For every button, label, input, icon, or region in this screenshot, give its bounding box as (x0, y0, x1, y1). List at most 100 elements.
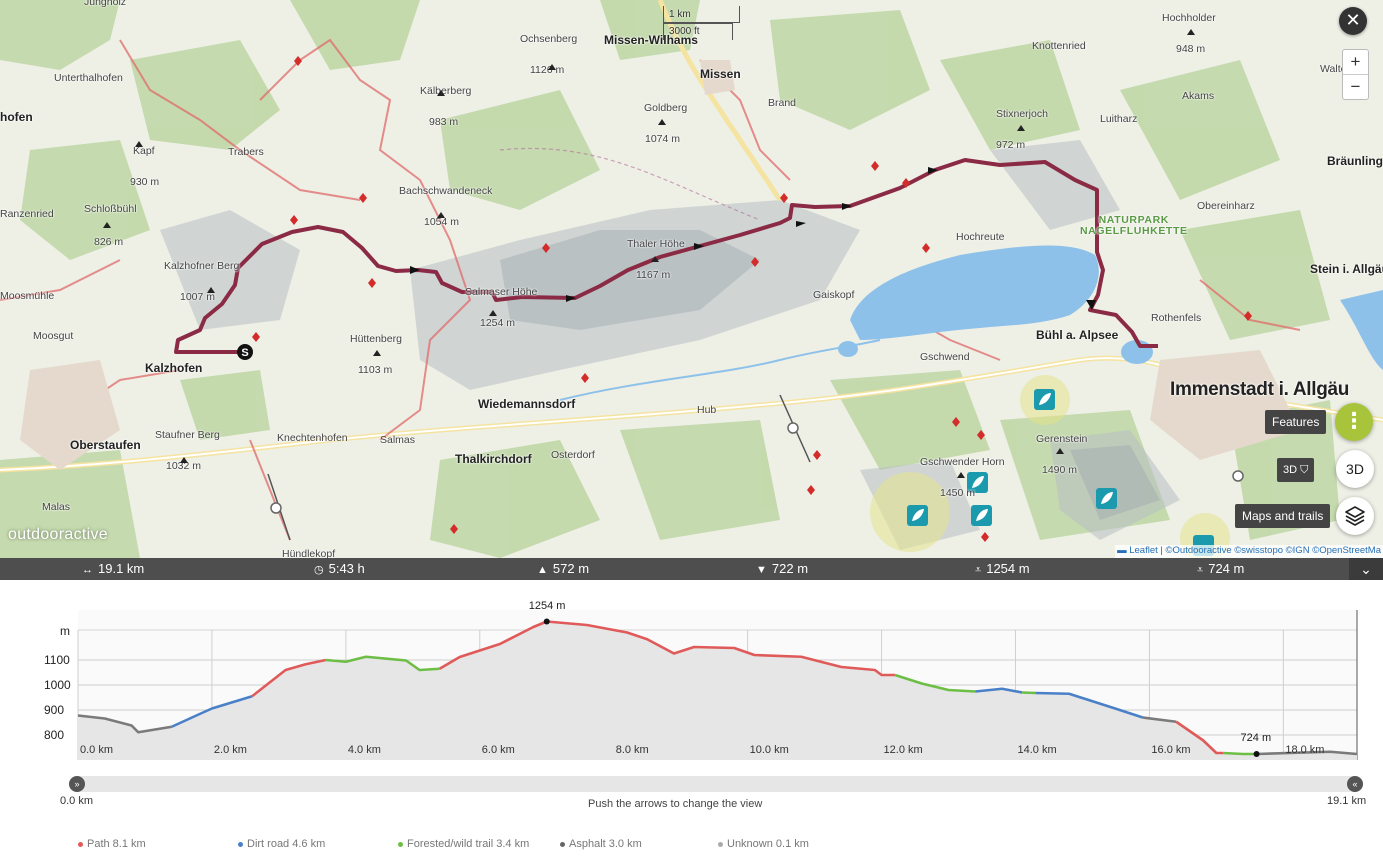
stat-highest: ⩡ 1254 m (975, 561, 1030, 576)
place-label: Hub (697, 404, 717, 416)
x-tick-label: 16.0 km (1151, 744, 1191, 756)
place-label: 826 m (94, 236, 124, 248)
zoom-control: + − (1342, 49, 1369, 100)
features-button[interactable]: ⋮ (1335, 403, 1373, 441)
place-label: Jungholz (84, 0, 127, 8)
slider-start-label: 0.0 km (60, 795, 94, 807)
place-label: Brand (768, 97, 797, 109)
peak-icon (373, 350, 381, 356)
place-label: Knechtenhofen (277, 432, 348, 444)
place-label: Schloßbühl (84, 203, 137, 215)
x-tick-label: 4.0 km (347, 744, 381, 756)
place-label: Hochholder (1162, 12, 1216, 24)
place-label: Osterdorf (551, 449, 595, 461)
x-tick-label: 6.0 km (481, 744, 515, 756)
maps-trails-tooltip: Maps and trails (1235, 504, 1331, 528)
place-label: 930 m (130, 176, 160, 188)
peak-icon (548, 64, 556, 70)
elevation-segment-forest (1022, 691, 1036, 695)
leaflet-link[interactable]: Leaflet (1129, 545, 1158, 556)
place-label: Malas (42, 501, 71, 513)
place-label: Luitharz (1100, 113, 1138, 125)
place-label: Bachschwandeneck (399, 185, 493, 197)
3d-tooltip: 3D ⛉ (1277, 458, 1315, 482)
park-label-line2: NAGELFLUHKETTE (1080, 225, 1188, 237)
descent-icon: ▼ (756, 564, 767, 576)
map-tiles[interactable]: S (0, 0, 1383, 558)
place-label: Ranzenried (0, 208, 54, 220)
place-label: Thalkirchdorf (455, 452, 532, 466)
peak-icon (103, 222, 111, 228)
place-label: 1490 m (1042, 464, 1078, 476)
map-attribution: ▬ Leaflet | ©Outdooractive ©swisstopo ©I… (1115, 545, 1383, 558)
place-label: Bühl a. Alpsee (1036, 328, 1119, 342)
slider-hint: Push the arrows to change the view (588, 798, 763, 810)
peak-icon (437, 212, 445, 218)
legend-swatch (398, 841, 403, 847)
clock-icon: ◷ (314, 564, 324, 576)
place-label: Staufner Berg (155, 429, 220, 441)
tour-stats-bar: ↔ 19.1 km ◷ 5:43 h ▲ 572 m ▼ 722 m ⩡ 1254 m ⩡… (0, 558, 1383, 580)
ascent-icon: ▲ (537, 564, 548, 576)
layers-button[interactable] (1336, 497, 1374, 535)
legend-item: Path 8.1 km (78, 838, 146, 850)
place-label: Salmaser Höhe (465, 286, 538, 298)
place-label: Akams (1182, 90, 1215, 102)
oa-link[interactable]: ©Outdooractive (1166, 545, 1232, 556)
place-label: Hüttenberg (350, 333, 402, 345)
max-elevation-point (543, 618, 550, 625)
peak-icon (658, 119, 666, 125)
peak-icon (207, 287, 215, 293)
y-tick-label: 800 (44, 728, 65, 742)
place-label: Gerenstein (1036, 433, 1088, 445)
x-tick-label: 8.0 km (615, 744, 649, 756)
chevron-down-icon: ⌄ (1360, 561, 1372, 577)
place-label: hofen (0, 110, 33, 124)
place-label: Thaler Höhe (627, 238, 685, 250)
place-label: Kalzhofen (145, 361, 203, 375)
scale-ft: 3000 ft (669, 26, 700, 37)
collapse-profile-button[interactable]: ⌄ (1349, 558, 1383, 580)
start-marker-label: S (241, 347, 248, 359)
place-label: Bräunlings (1327, 154, 1383, 168)
slider-right-handle[interactable]: « (1347, 776, 1363, 792)
features-tooltip: Features (1265, 410, 1327, 434)
elevation-chart[interactable] (0, 580, 1383, 770)
elevation-profile[interactable]: m 1100 1000 900 800 0.0 km 2.0 km 4.0 km 6.0 k… (0, 580, 1383, 858)
map-scale: 1 km 3000 ft (663, 6, 740, 42)
place-label: Oberstaufen (70, 438, 141, 452)
place-label: Hochreute (956, 231, 1005, 243)
place-label: Trabers (228, 146, 264, 158)
place-label: 1103 m (358, 364, 393, 376)
place-label: Moosgut (33, 330, 74, 342)
close-button[interactable]: ✕ (1339, 7, 1367, 35)
stat-distance: ↔ 19.1 km (82, 561, 145, 576)
legend-swatch (560, 841, 565, 847)
place-label: Unterthalhofen (54, 72, 123, 84)
map-view[interactable]: S Jungholz Unterthalhofen hofen Kapf 930 m Sc… (0, 0, 1383, 558)
legend-label: Unknown 0.1 km (727, 838, 809, 850)
osm-link[interactable]: ©OpenStreetMa (1312, 545, 1381, 556)
place-label: Missen (700, 67, 741, 81)
peak-icon (651, 256, 659, 262)
zoom-in-button[interactable]: + (1343, 50, 1368, 75)
slider-left-handle[interactable]: » (69, 776, 85, 792)
place-label: 1167 m (636, 269, 671, 281)
x-tick-label: 2.0 km (213, 744, 247, 756)
swisstopo-link[interactable]: ©swisstopo (1234, 545, 1283, 556)
place-label: Obereinharz (1197, 200, 1255, 212)
shield-icon: ⛉ (1300, 464, 1309, 476)
peak-icon (1187, 29, 1195, 35)
range-slider-track[interactable] (70, 776, 1362, 792)
ign-link[interactable]: ©IGN (1286, 545, 1310, 556)
y-axis-unit: m (60, 624, 70, 638)
3d-button[interactable]: 3D (1336, 450, 1374, 488)
peak-icon (437, 90, 445, 96)
peak-icon (489, 310, 497, 316)
min-elevation-label: 724 m (1240, 732, 1272, 744)
y-tick-label: 1000 (44, 678, 71, 692)
place-label: Kälberberg (420, 85, 472, 97)
zoom-out-button[interactable]: − (1343, 75, 1368, 100)
y-tick-label: 900 (44, 703, 65, 717)
park-label: NATURPARK NAGELFLUHKETTE (1080, 215, 1188, 237)
